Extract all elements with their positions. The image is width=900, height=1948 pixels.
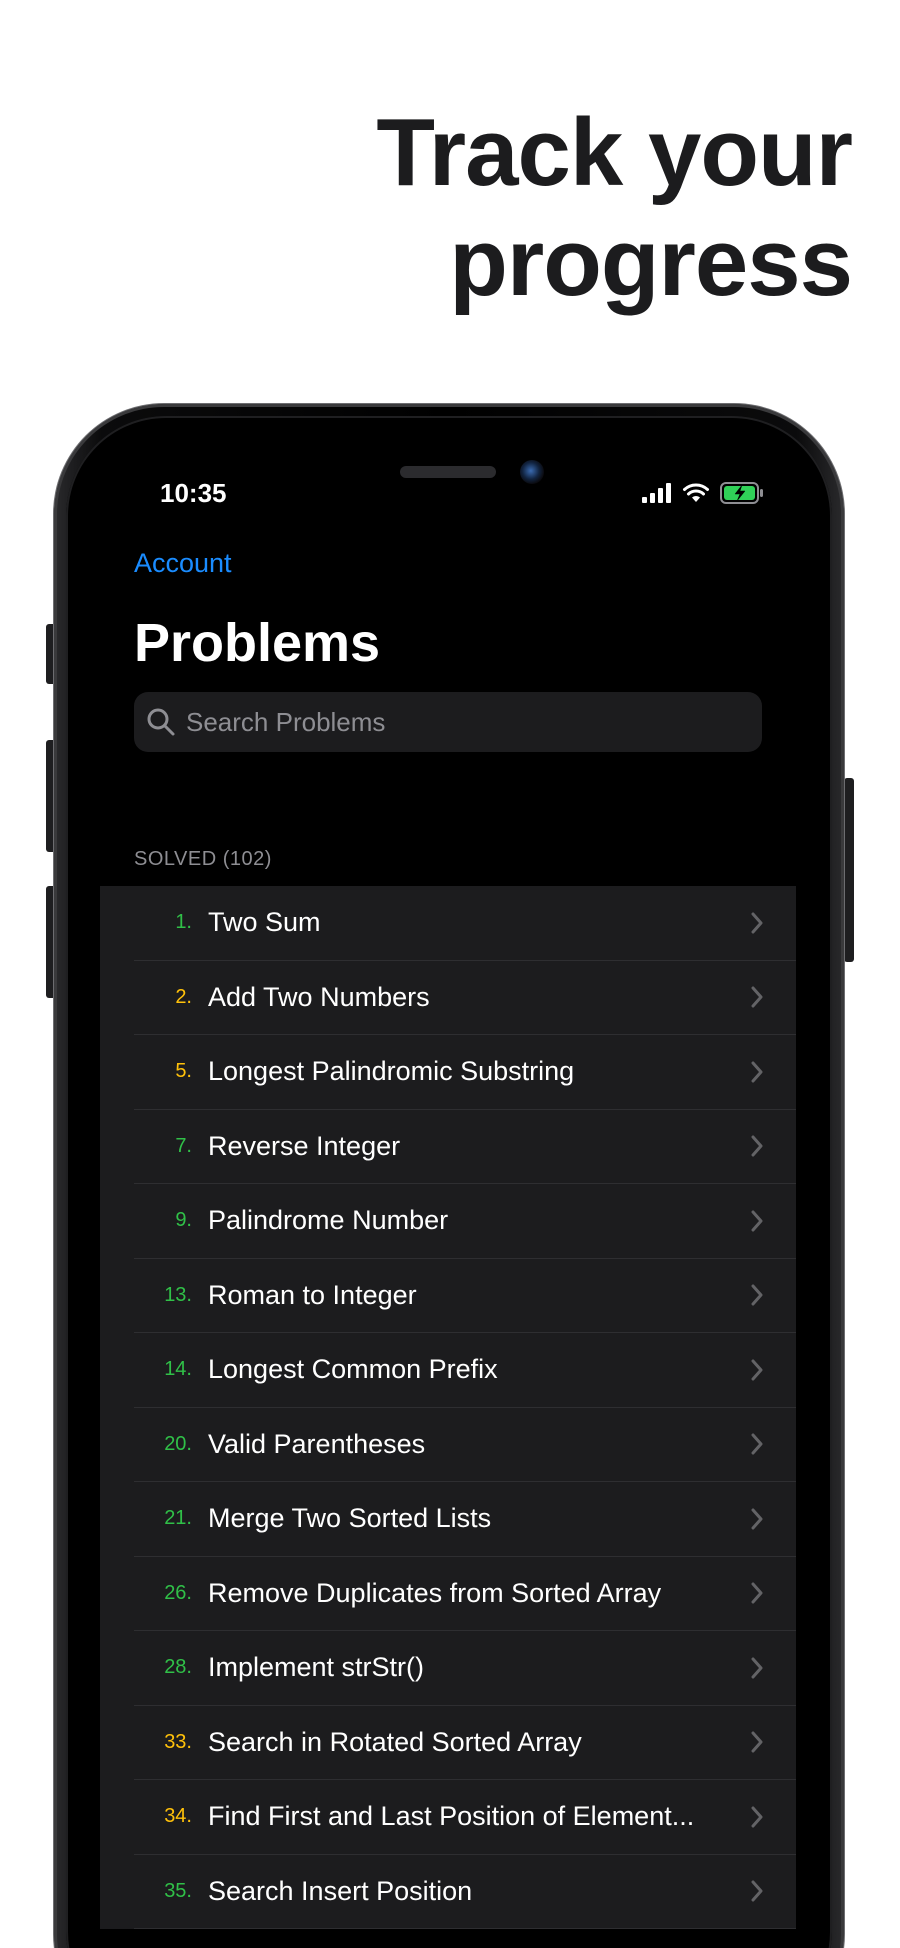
problem-title: Search in Rotated Sorted Array (208, 1726, 582, 1757)
problem-row[interactable]: 21. Merge Two Sorted Lists (134, 1482, 796, 1557)
problem-title: Valid Parentheses (208, 1428, 426, 1459)
problem-row[interactable]: 26. Remove Duplicates from Sorted Array (134, 1557, 796, 1631)
problem-title: Longest Palindromic Substring (208, 1056, 575, 1087)
search-bar[interactable] (134, 692, 762, 752)
problem-row[interactable]: 5. Longest Palindromic Substring (134, 1035, 796, 1110)
problem-number: 5. (175, 1060, 192, 1083)
problem-row[interactable]: 1. Two Sum (134, 886, 796, 961)
status-icons (642, 482, 764, 504)
problem-number: 2. (175, 985, 192, 1008)
problem-number: 26. (164, 1581, 192, 1604)
problem-number: 14. (164, 1358, 192, 1381)
chevron-right-icon (751, 1433, 763, 1455)
problem-number: 1. (175, 911, 192, 934)
problem-title: Search Insert Position (208, 1875, 473, 1906)
problem-title: Palindrome Number (208, 1205, 449, 1236)
front-camera (520, 460, 544, 484)
earpiece-speaker (400, 466, 496, 478)
problem-title: Implement strStr() (208, 1652, 425, 1683)
chevron-right-icon (751, 1061, 763, 1083)
chevron-right-icon (751, 912, 763, 934)
problem-title: Find First and Last Position of Element.… (208, 1801, 695, 1832)
chevron-right-icon (751, 1135, 763, 1157)
problem-number: 28. (164, 1656, 192, 1679)
problem-number: 21. (164, 1507, 192, 1530)
problem-title: Add Two Numbers (208, 981, 430, 1012)
problem-number: 9. (175, 1209, 192, 1232)
problem-title: Two Sum (208, 907, 321, 938)
problem-title: Reverse Integer (208, 1130, 401, 1161)
search-input[interactable] (184, 693, 762, 751)
problem-list: 1. Two Sum 2. Add Two Numbers 5. Longest Pali… (100, 886, 796, 1929)
headline-line-1: Track your (376, 99, 853, 206)
problem-row[interactable]: 34. Find First and Last Position of Eleme… (134, 1780, 796, 1855)
cellular-signal-icon (642, 483, 671, 503)
problem-row[interactable]: 7. Reverse Integer (134, 1110, 796, 1184)
section-header-solved: SOLVED (102) (134, 848, 272, 870)
chevron-right-icon (751, 1880, 763, 1902)
problem-number: 34. (164, 1805, 192, 1828)
problem-number: 33. (164, 1730, 192, 1753)
chevron-right-icon (751, 1284, 763, 1306)
chevron-right-icon (751, 1359, 763, 1381)
problem-row[interactable]: 14. Longest Common Prefix (134, 1333, 796, 1408)
problem-title: Remove Duplicates from Sorted Array (208, 1577, 662, 1608)
app-store-screenshot: Track your progress 10:35 Account Proble… (0, 0, 900, 1948)
chevron-right-icon (751, 1582, 763, 1604)
problem-number: 13. (164, 1283, 192, 1306)
problem-row[interactable]: 28. Implement strStr() (134, 1631, 796, 1706)
battery-charging-icon (720, 482, 763, 504)
chevron-right-icon (751, 1657, 763, 1679)
problem-number: 35. (164, 1879, 192, 1902)
marketing-headline: Track your progress (376, 98, 853, 318)
power-button (844, 778, 854, 962)
problem-row[interactable]: 33. Search in Rotated Sorted Array (134, 1706, 796, 1780)
search-icon (147, 708, 175, 736)
problem-row[interactable]: 35. Search Insert Position (134, 1855, 796, 1929)
problem-title: Merge Two Sorted Lists (208, 1503, 492, 1534)
headline-line-2: progress (449, 209, 853, 316)
problem-row[interactable]: 13. Roman to Integer (134, 1259, 796, 1333)
chevron-right-icon (751, 1806, 763, 1828)
page-title: Problems (134, 613, 381, 673)
chevron-right-icon (751, 1508, 763, 1530)
problem-title: Roman to Integer (208, 1279, 417, 1310)
problem-number: 20. (164, 1432, 192, 1455)
problem-number: 7. (175, 1134, 192, 1157)
problem-row[interactable]: 9. Palindrome Number (134, 1184, 796, 1259)
problem-title: Longest Common Prefix (208, 1354, 498, 1385)
problem-row[interactable]: 20. Valid Parentheses (134, 1408, 796, 1482)
chevron-right-icon (751, 1731, 763, 1753)
wifi-icon (683, 483, 709, 502)
phone-screen: 10:35 Account Problems Search Problems S… (100, 446, 796, 1948)
account-link[interactable]: Account (134, 548, 232, 579)
chevron-right-icon (751, 1210, 763, 1232)
problem-row[interactable]: 2. Add Two Numbers (134, 961, 796, 1035)
chevron-right-icon (751, 986, 763, 1008)
status-time: 10:35 (160, 478, 227, 508)
